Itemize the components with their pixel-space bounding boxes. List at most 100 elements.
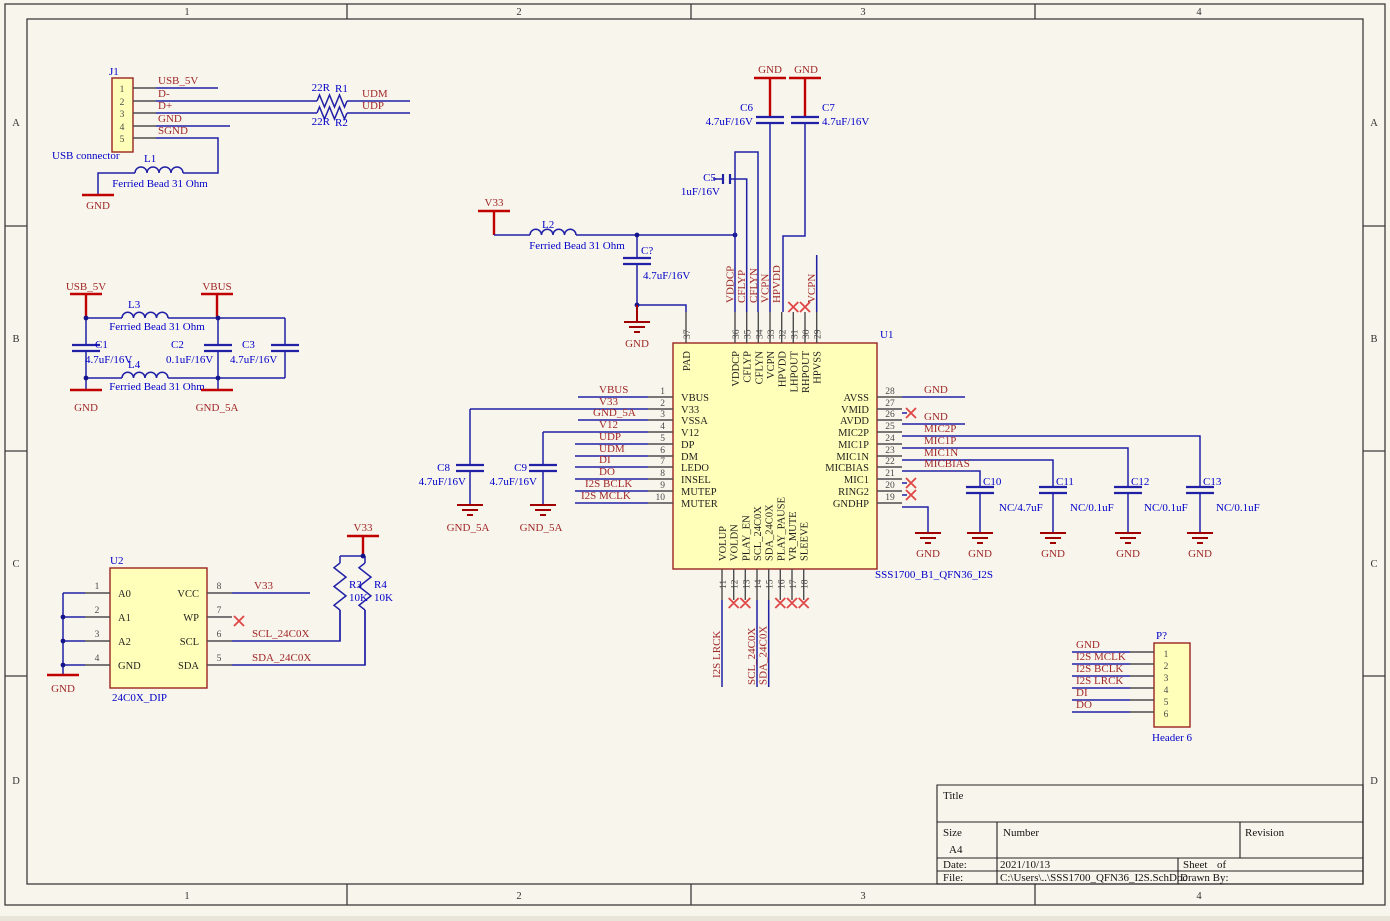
v33-power-port[interactable] (347, 536, 379, 556)
cq-capacitor[interactable] (623, 258, 651, 264)
u1-designator[interactable]: U1 (880, 329, 893, 341)
net-label-dminus[interactable]: D- (158, 88, 170, 100)
p1-pin-stubs[interactable] (1130, 652, 1154, 712)
p1-part[interactable]: Header 6 (1152, 732, 1193, 744)
c6-designator[interactable]: C6 (740, 102, 753, 114)
c1-designator[interactable]: C1 (95, 339, 108, 351)
l4-inductor[interactable] (122, 372, 168, 378)
chargepump-caps-section[interactable]: GND GND C6 4.7uF/16V C7 4.7uF/16V C5 1uF… (681, 64, 870, 312)
net-label-i2s-bclk[interactable]: I2S BCLK (585, 478, 632, 490)
net-label-udp[interactable]: UDP (599, 431, 621, 443)
usb-connector-section[interactable]: J1 1 2 3 4 5 USB connector USB_5V D- D+ … (52, 66, 410, 212)
net-label-do[interactable]: DO (1076, 699, 1092, 711)
vbus-power-label[interactable]: VBUS (202, 281, 231, 293)
net-label-vddcp[interactable]: VDDCP (725, 266, 737, 303)
c10-c13-capacitors[interactable] (966, 487, 1214, 493)
c1-value[interactable]: 4.7uF/16V (85, 354, 132, 366)
c2-value[interactable]: 0.1uF/16V (166, 354, 213, 366)
u1-bottom-nets-section[interactable]: I2S LRCK SCL_24C0X SDA_24C0X (711, 598, 809, 687)
net-label-mic1p[interactable]: MIC1P (924, 435, 956, 447)
usb-power-filter-section[interactable]: USB_5V VBUS L3 Ferried Bead 31 Ohm L4 Fe… (66, 281, 299, 414)
c10-designator[interactable]: C10 (983, 476, 1002, 488)
i2c-pullups-section[interactable]: V33 R3 10K R4 10K (334, 522, 393, 665)
net-label-udm[interactable]: UDM (362, 88, 388, 100)
l4-value[interactable]: Ferried Bead 31 Ohm (109, 381, 205, 393)
net-label-vcpn[interactable]: VCPN (760, 274, 772, 303)
c10-value[interactable]: NC/4.7uF (999, 502, 1043, 514)
l3-designator[interactable]: L3 (128, 299, 141, 311)
gnd5a-power-label[interactable]: GND_5A (196, 402, 239, 414)
net-label-usb5v[interactable]: USB_5V (158, 75, 198, 87)
net-label-do[interactable]: DO (599, 466, 615, 478)
cq-designator[interactable]: C? (641, 245, 653, 257)
j1-pin-stubs[interactable] (133, 88, 156, 138)
net-label-gnd5a[interactable]: GND_5A (593, 407, 636, 419)
gnd5a-earth-label[interactable]: GND_5A (447, 522, 490, 534)
gnd-earth-label[interactable]: GND (1188, 548, 1212, 560)
u2-part-number[interactable]: 24C0X_DIP (112, 692, 167, 704)
net-label-sda24c0x[interactable]: SDA_24C0X (252, 652, 311, 664)
l2-value[interactable]: Ferried Bead 31 Ohm (529, 240, 625, 252)
u1-part-number[interactable]: SSS1700_B1_QFN36_I2S (875, 569, 993, 581)
c8-c9-capacitors[interactable] (456, 465, 557, 471)
net-label-scl24c0x[interactable]: SCL_24C0X (746, 627, 758, 685)
p1-body[interactable] (1154, 643, 1190, 727)
net-label-i2s-mclk[interactable]: I2S MCLK (1076, 651, 1126, 663)
net-label-mic2p[interactable]: MIC2P (924, 423, 956, 435)
gnd-power-port[interactable] (754, 78, 786, 117)
net-label-gnd[interactable]: GND (924, 384, 948, 396)
r3-value[interactable]: 10K (349, 592, 368, 604)
vbus-power-port[interactable] (201, 294, 233, 318)
r3-resistor[interactable] (334, 563, 346, 610)
pullup-wires[interactable] (340, 556, 365, 665)
gnd-earth-symbol[interactable] (624, 305, 650, 332)
u1-right-nets-section[interactable]: GND GND MIC2P MIC1P MIC1N MICBIAS C10 NC… (902, 384, 1260, 560)
gnd-earth-label[interactable]: GND (1041, 548, 1065, 560)
r4-value[interactable]: 10K (374, 592, 393, 604)
net-label-sda24c0x[interactable]: SDA_24C0X (758, 626, 770, 685)
u2-designator[interactable]: U2 (110, 555, 123, 567)
l3-value[interactable]: Ferried Bead 31 Ohm (109, 321, 205, 333)
gnd-earth-label[interactable]: GND (1116, 548, 1140, 560)
v33-power-label[interactable]: V33 (354, 522, 373, 534)
c13-value[interactable]: NC/0.1uF (1216, 502, 1260, 514)
v33-filter-section[interactable]: V33 L2 Ferried Bead 31 Ohm C? 4.7uF/16V … (478, 197, 737, 350)
c6-c7-capacitors[interactable] (756, 117, 819, 123)
net-label-v12[interactable]: V12 (599, 419, 618, 431)
c11-designator[interactable]: C11 (1056, 476, 1074, 488)
net-label-di[interactable]: DI (599, 454, 611, 466)
u2-wires[interactable] (63, 593, 365, 675)
gnd-power-label[interactable]: GND (86, 200, 110, 212)
net-label-vbus[interactable]: VBUS (599, 384, 628, 396)
r1-resistor[interactable] (317, 95, 347, 107)
v33-power-label[interactable]: V33 (485, 197, 504, 209)
l3-inductor[interactable] (122, 312, 168, 318)
net-label-gnd[interactable]: GND (1076, 639, 1100, 651)
c8-designator[interactable]: C8 (437, 462, 450, 474)
c5-capacitor[interactable] (723, 174, 730, 184)
gnd-power-port[interactable] (789, 78, 821, 117)
c12-value[interactable]: NC/0.1uF (1144, 502, 1188, 514)
net-label-udp[interactable]: UDP (362, 100, 384, 112)
u1-left-nets-section[interactable]: VBUS V33 GND_5A V12 UDP UDM DI DO I2S BC… (419, 384, 648, 534)
u2-eeprom-section[interactable]: U2 24C0X_DIP GND 1 2 3 4 A0 A1 A2 GND 8 … (47, 555, 365, 704)
gnd5a-earth-symbols[interactable] (457, 505, 556, 515)
c7-designator[interactable]: C7 (822, 102, 835, 114)
c8-value[interactable]: 4.7uF/16V (419, 476, 466, 488)
gnd-power-label[interactable]: GND (794, 64, 818, 76)
c3-designator[interactable]: C3 (242, 339, 255, 351)
r3-designator[interactable]: R3 (349, 579, 362, 591)
gnd-earth-label[interactable]: GND (968, 548, 992, 560)
net-label-di[interactable]: DI (1076, 687, 1088, 699)
c3-value[interactable]: 4.7uF/16V (230, 354, 277, 366)
r2-designator[interactable]: R2 (335, 117, 348, 129)
net-label-micbias[interactable]: MICBIAS (924, 458, 970, 470)
gnd-earth-label[interactable]: GND (625, 338, 649, 350)
usb5v-power-port[interactable] (70, 294, 102, 318)
r1-value[interactable]: 22R (312, 82, 331, 94)
i2s-header-section[interactable]: P? Header 6 1 2 3 4 5 6 GND I2S MCLK I2S… (1072, 630, 1193, 744)
net-label-dplus[interactable]: D+ (158, 100, 172, 112)
net-label-i2s-lrck[interactable]: I2S LRCK (1076, 675, 1123, 687)
usb5v-power-label[interactable]: USB_5V (66, 281, 106, 293)
gnd5a-earth-label[interactable]: GND_5A (520, 522, 563, 534)
